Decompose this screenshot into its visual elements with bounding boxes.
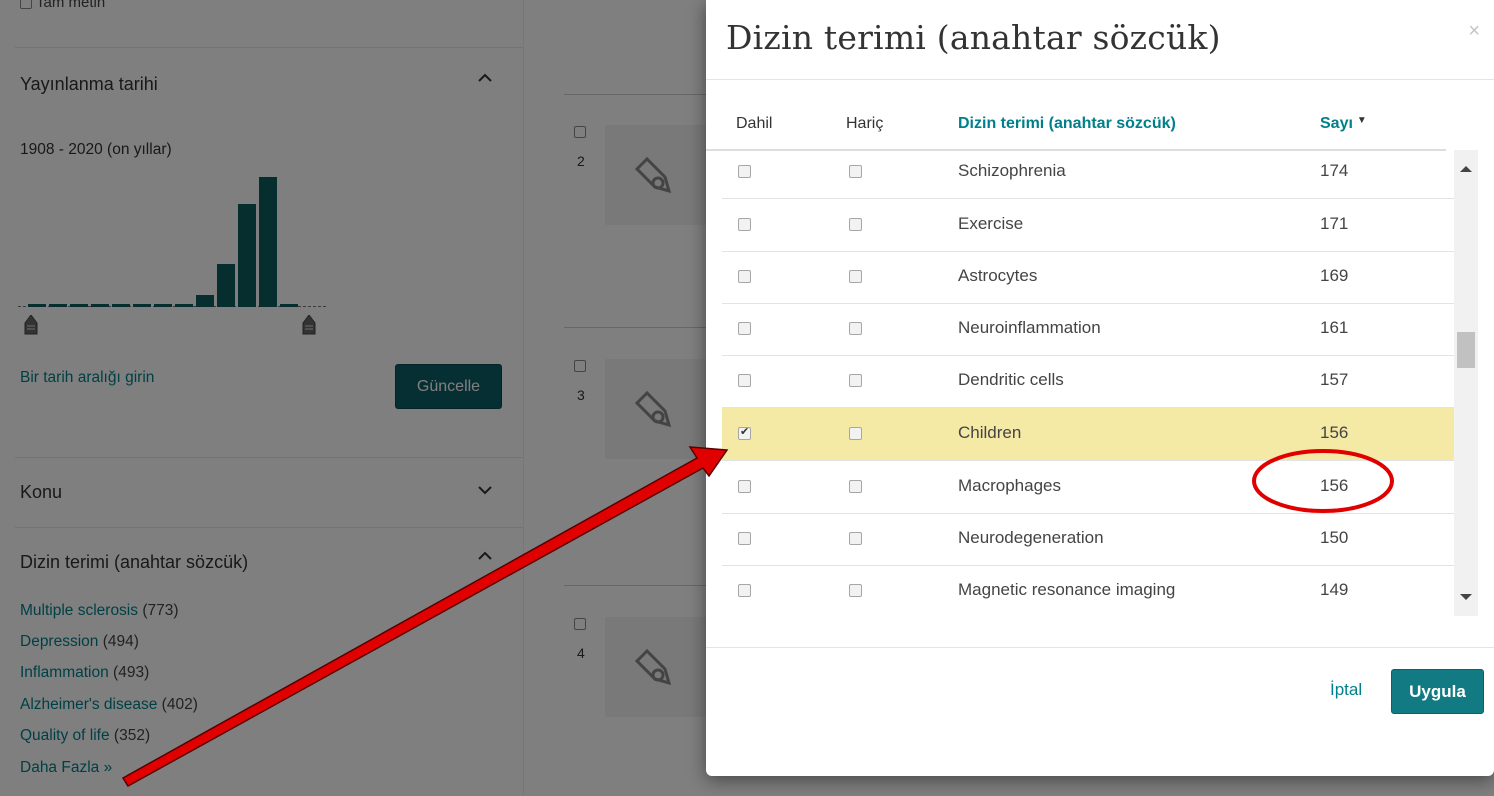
term-label: Magnetic resonance imaging [958, 580, 1176, 599]
include-column-header: Dahil [736, 115, 773, 132]
exclude-checkbox[interactable] [849, 165, 862, 178]
table-row: Macrophages 156 [722, 461, 1454, 514]
term-label: Exercise [958, 214, 1024, 233]
include-checkbox-checked[interactable] [738, 425, 751, 440]
term-column-header[interactable]: Dizin terimi (anahtar sözcük) [958, 115, 1176, 133]
table-row: Dendritic cells 157 [722, 355, 1454, 408]
count-column-header[interactable]: Sayı ▼ [1320, 115, 1367, 133]
exclude-checkbox[interactable] [849, 322, 862, 335]
exclude-checkbox[interactable] [849, 584, 862, 597]
apply-button[interactable]: Uygula [1391, 669, 1484, 714]
term-label: Astrocytes [958, 266, 1038, 285]
exclude-column-header: Hariç [846, 115, 884, 132]
cancel-button[interactable]: İptal [1330, 680, 1362, 700]
term-count: 157 [1320, 370, 1349, 389]
term-count: 174 [1320, 161, 1349, 180]
keyword-table-body: Schizophrenia 174 Exercise 171 Astrocyte… [722, 146, 1454, 616]
modal-footer-divider [706, 647, 1494, 648]
modal-title: Dizin terimi (anahtar sözcük) [726, 18, 1221, 57]
term-label: Macrophages [958, 476, 1062, 495]
term-label: Schizophrenia [958, 161, 1066, 180]
table-row: Neuroinflammation 161 [722, 303, 1454, 356]
modal-header-divider [706, 79, 1494, 80]
table-row: Magnetic resonance imaging 149 [722, 565, 1454, 616]
include-checkbox[interactable] [738, 532, 751, 545]
exclude-checkbox[interactable] [849, 480, 862, 493]
term-count: 161 [1320, 318, 1349, 337]
include-checkbox[interactable] [738, 480, 751, 493]
term-label: Neuroinflammation [958, 318, 1101, 337]
term-label: Neurodegeneration [958, 528, 1104, 547]
term-count: 150 [1320, 528, 1349, 547]
keyword-filter-modal: Dizin terimi (anahtar sözcük) × Dahil Ha… [706, 0, 1494, 776]
term-count: 169 [1320, 266, 1349, 285]
exclude-checkbox[interactable] [849, 218, 862, 231]
exclude-checkbox[interactable] [849, 270, 862, 283]
term-count: 156 [1320, 423, 1349, 442]
table-row: Schizophrenia 174 [722, 146, 1454, 199]
term-label: Children [958, 423, 1022, 442]
table-scrollbar[interactable] [1454, 150, 1478, 616]
table-row: Neurodegeneration 150 [722, 513, 1454, 566]
include-checkbox[interactable] [738, 218, 751, 231]
table-row: Astrocytes 169 [722, 251, 1454, 304]
exclude-checkbox[interactable] [849, 374, 862, 387]
close-icon[interactable]: × [1468, 20, 1480, 43]
scroll-down-icon[interactable] [1460, 594, 1472, 600]
scrollbar-thumb[interactable] [1457, 332, 1475, 368]
term-count: 171 [1320, 214, 1349, 233]
include-checkbox[interactable] [738, 322, 751, 335]
term-count: 156 [1320, 476, 1349, 495]
include-checkbox[interactable] [738, 165, 751, 178]
include-checkbox[interactable] [738, 270, 751, 283]
exclude-checkbox[interactable] [849, 427, 862, 440]
table-row: Exercise 171 [722, 199, 1454, 252]
include-checkbox[interactable] [738, 374, 751, 387]
include-checkbox[interactable] [738, 584, 751, 597]
exclude-checkbox[interactable] [849, 532, 862, 545]
scroll-up-icon[interactable] [1460, 166, 1472, 172]
term-count: 149 [1320, 580, 1349, 599]
sort-desc-icon: ▼ [1356, 115, 1367, 126]
table-row-selected: Children 156 [722, 408, 1454, 461]
term-label: Dendritic cells [958, 370, 1064, 389]
